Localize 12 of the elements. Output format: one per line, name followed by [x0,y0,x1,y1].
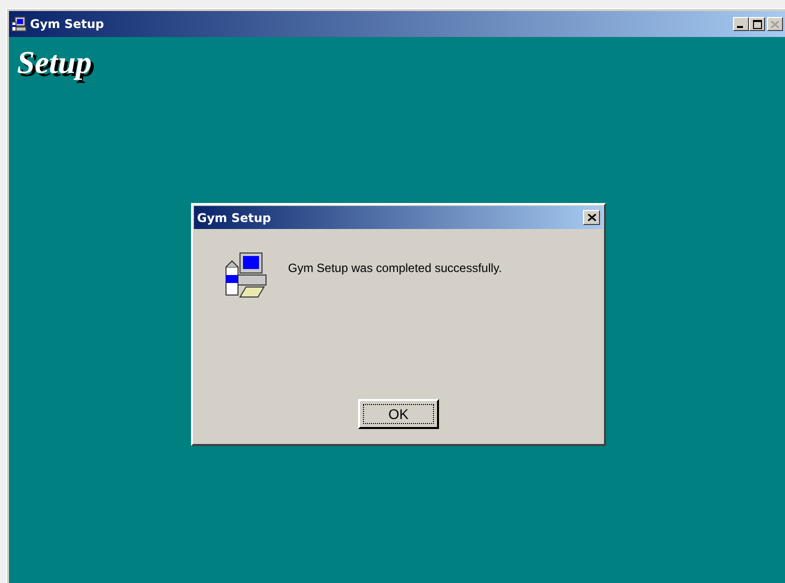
computer-icon [11,16,27,32]
minimize-button[interactable] [733,17,749,31]
dialog-title: Gym Setup [197,210,272,224]
maximize-icon [752,20,762,28]
window-title: Gym Setup [30,17,104,31]
ok-button[interactable]: OK [358,399,439,429]
close-icon [771,20,779,28]
message-text: Gym Setup was completed successfully. [288,261,502,275]
maximize-button[interactable] [749,17,765,31]
close-button[interactable] [583,210,600,225]
close-icon [588,214,596,221]
setup-heading: Setup [17,45,93,80]
